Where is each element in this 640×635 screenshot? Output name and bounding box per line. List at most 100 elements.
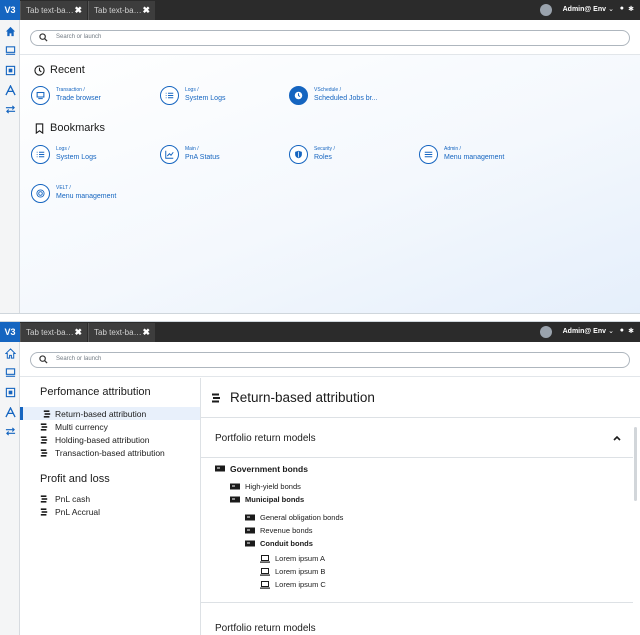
bookmark-card-velt-menu[interactable]: VELT / Menu management	[31, 183, 156, 205]
bond-icon	[245, 540, 255, 547]
bookmark-card-menu-management[interactable]: Admin / Menu management	[419, 144, 544, 166]
tab-label: Tab text-ba…	[26, 328, 74, 337]
recent-card-scheduled-jobs[interactable]: VSchedule / Scheduled Jobs br...	[289, 85, 414, 107]
laptop-icon	[260, 581, 270, 589]
recent-card-trade-browser[interactable]: Transaction / Trade browser	[31, 85, 156, 107]
close-icon[interactable]: ✖	[142, 327, 150, 338]
bond-icon	[215, 465, 225, 472]
bookmarks-heading: Bookmarks	[34, 122, 105, 134]
top-bar: V3 Tab text-ba… ✖ Tab text-ba… ✖ Admin@ En…	[0, 0, 640, 20]
bond-icon	[245, 514, 255, 521]
chart-a-icon[interactable]	[3, 83, 17, 97]
card-path: VSchedule /	[314, 87, 341, 93]
close-icon[interactable]: ✖	[74, 5, 82, 16]
avatar[interactable]	[540, 4, 552, 16]
nav-item-pnl-accrual[interactable]: PnL Accrual	[20, 505, 200, 518]
card-name: Menu management	[56, 193, 117, 200]
app-logo[interactable]: V3	[0, 322, 20, 342]
user-name[interactable]: Admin@ Env	[563, 328, 606, 335]
chevron-up-icon[interactable]	[613, 435, 621, 441]
bond-icon	[245, 527, 255, 534]
chevron-down-icon[interactable]: ⌄	[608, 5, 614, 13]
tree-node-revenue[interactable]: Revenue bonds	[245, 526, 313, 538]
nav-section-title: Profit and loss	[40, 473, 110, 485]
tree-node-high-yield[interactable]: High-yield bonds	[230, 482, 301, 494]
swap-icon[interactable]	[3, 102, 17, 116]
menu-icon	[419, 145, 438, 164]
tab-2[interactable]: Tab text-ba… ✖	[88, 323, 155, 342]
gear-icon[interactable]: ✱	[628, 5, 634, 13]
bond-icon	[230, 483, 240, 490]
grid-icon[interactable]	[3, 385, 17, 399]
bookmark-card-system-logs[interactable]: Logs / System Logs	[31, 144, 156, 166]
nav-item-multi-currency[interactable]: Multi currency	[20, 420, 200, 433]
nav-item-return-based[interactable]: Return-based attribution	[20, 407, 200, 420]
search-placeholder: Search or launch	[56, 34, 102, 40]
grid-icon[interactable]	[3, 63, 17, 77]
search-icon	[39, 355, 48, 364]
tree-node-general-obligation[interactable]: General obligation bonds	[245, 513, 343, 525]
search-input[interactable]: Search or launch	[30, 30, 630, 46]
tree-node-government-bonds[interactable]: Government bonds	[215, 464, 308, 476]
bookmark-icon	[35, 122, 44, 134]
chevron-down-icon[interactable]: ⌄	[608, 327, 614, 335]
search-bar: Search or launch	[20, 342, 640, 377]
tab-1[interactable]: Tab text-ba… ✖	[20, 323, 87, 342]
accordion-header[interactable]: Portfolio return models	[201, 602, 633, 635]
search-bar: Search or launch	[20, 20, 640, 55]
card-name: System Logs	[185, 95, 226, 102]
close-icon[interactable]: ✖	[142, 5, 150, 16]
tree-leaf[interactable]: Lorem ipsum C	[260, 580, 326, 592]
clock-icon	[34, 64, 45, 76]
user-name[interactable]: Admin@ Env	[563, 6, 606, 13]
card-path: VELT /	[56, 185, 71, 191]
gear-icon[interactable]: ✱	[628, 327, 634, 335]
top-bar: V3 Tab text-ba… ✖ Tab text-ba… ✖ Admin@ En…	[0, 322, 640, 342]
monitor-icon[interactable]	[3, 43, 17, 57]
tree-leaf[interactable]: Lorem ipsum B	[260, 567, 325, 579]
card-path: Admin /	[444, 146, 461, 152]
tree-node-conduit[interactable]: Conduit bonds	[245, 539, 313, 551]
home-icon[interactable]	[3, 346, 17, 360]
card-name: Menu management	[444, 154, 505, 161]
tab-2[interactable]: Tab text-ba… ✖	[88, 1, 155, 20]
accordion-title: Portfolio return models	[215, 623, 316, 634]
nav-item-pnl-cash[interactable]: PnL cash	[20, 492, 200, 505]
card-name: System Logs	[56, 154, 97, 161]
bell-icon[interactable]: ●	[620, 327, 624, 334]
bookmark-card-pna-status[interactable]: Main / PnA Status	[160, 144, 285, 166]
scrollbar[interactable]	[634, 427, 637, 501]
attribution-screen: V3 Tab text-ba… ✖ Tab text-ba… ✖ Admin@ En…	[0, 321, 640, 635]
attribution-main: Return-based attribution Portfolio retur…	[201, 378, 640, 635]
card-name: PnA Status	[185, 154, 220, 161]
chart-a-icon[interactable]	[3, 405, 17, 419]
accordion-header[interactable]: Portfolio return models	[201, 418, 633, 458]
close-icon[interactable]: ✖	[74, 327, 82, 338]
swap-icon[interactable]	[3, 424, 17, 438]
page-header: Return-based attribution	[201, 378, 640, 418]
bell-icon[interactable]: ●	[620, 5, 624, 12]
avatar[interactable]	[540, 326, 552, 338]
shield-icon	[289, 145, 308, 164]
tab-label: Tab text-ba…	[94, 328, 142, 337]
card-name: Scheduled Jobs br...	[314, 95, 378, 102]
laptop-icon	[260, 555, 270, 563]
nav-item-transaction-based[interactable]: Transaction-based attribution	[20, 446, 200, 459]
stack-icon	[40, 423, 48, 431]
monitor-icon[interactable]	[3, 365, 17, 379]
nav-item-holding-based[interactable]: Holding-based attribution	[20, 433, 200, 446]
stack-icon	[40, 508, 48, 516]
home-icon[interactable]	[3, 24, 17, 38]
list-icon	[31, 145, 50, 164]
card-path: Security /	[314, 146, 335, 152]
tree-leaf[interactable]: Lorem ipsum A	[260, 554, 325, 566]
sidebar	[0, 20, 20, 313]
app-logo[interactable]: V3	[0, 0, 20, 20]
tab-1[interactable]: Tab text-ba… ✖	[20, 1, 87, 20]
search-input[interactable]: Search or launch	[30, 352, 630, 368]
tree-node-municipal[interactable]: Municipal bonds	[230, 495, 304, 507]
stack-icon	[212, 393, 220, 403]
card-path: Main /	[185, 146, 199, 152]
bookmark-card-roles[interactable]: Security / Roles	[289, 144, 414, 166]
recent-card-system-logs[interactable]: Logs / System Logs	[160, 85, 285, 107]
